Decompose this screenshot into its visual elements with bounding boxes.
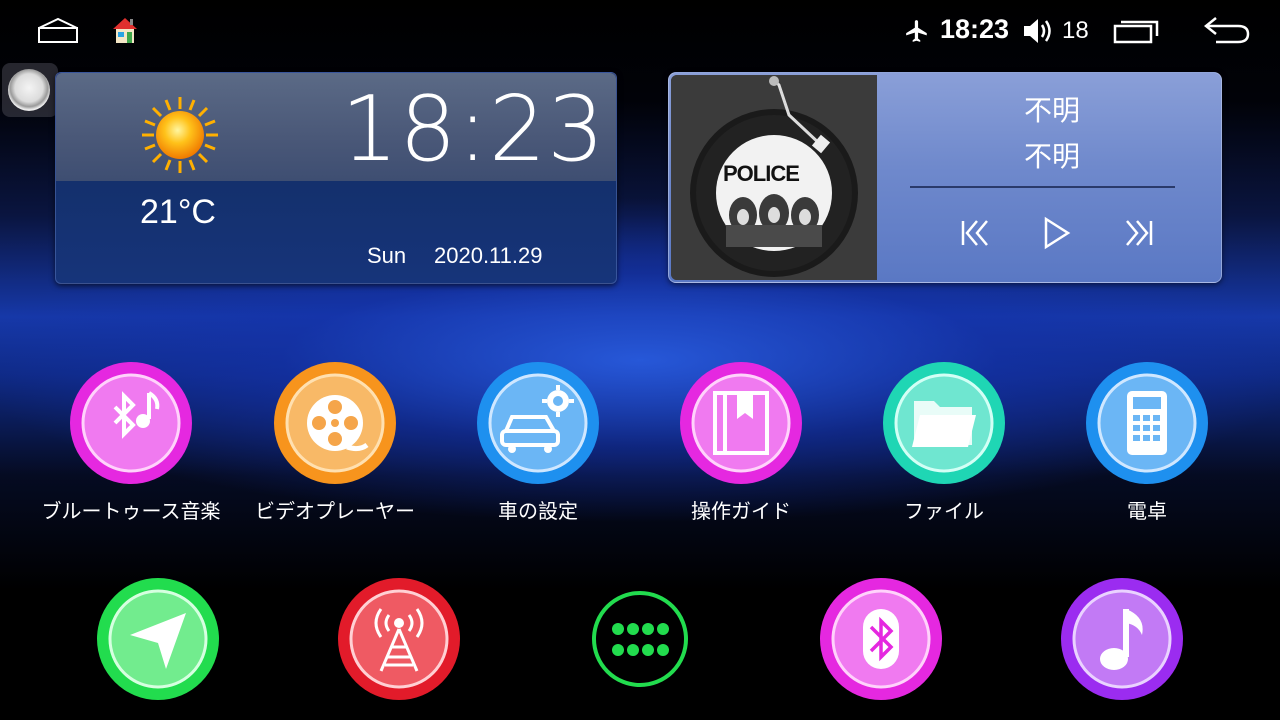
music-divider bbox=[910, 186, 1175, 188]
music-note-icon[interactable] bbox=[1060, 577, 1184, 701]
assist-knob-icon bbox=[8, 69, 50, 111]
navigation-icon[interactable] bbox=[96, 577, 220, 701]
bluetooth-music-icon bbox=[70, 362, 192, 484]
app-label: 電卓 bbox=[1127, 499, 1167, 523]
status-bar: 18:23 18 bbox=[0, 0, 1280, 62]
car-settings-icon bbox=[477, 362, 599, 484]
app-label: 操作ガイド bbox=[691, 499, 791, 523]
song-artist: 不明 bbox=[1023, 140, 1080, 173]
house-app-icon[interactable] bbox=[110, 15, 140, 45]
weekday: Sun bbox=[367, 243, 407, 268]
album-band-name: POLICE bbox=[723, 161, 800, 186]
radio-tower-icon[interactable] bbox=[337, 577, 461, 701]
app-drawer-icon[interactable] bbox=[578, 577, 702, 701]
calculator-icon bbox=[1086, 362, 1208, 484]
folder-icon bbox=[883, 362, 1005, 484]
floating-assist-button[interactable] bbox=[2, 63, 58, 117]
temperature: 21°C bbox=[140, 193, 216, 231]
status-time: 18:23 bbox=[940, 14, 1010, 44]
airplane-icon bbox=[906, 20, 927, 42]
sun-icon bbox=[142, 97, 218, 173]
music-widget[interactable]: POLICE 不明 不明 bbox=[668, 72, 1222, 283]
widget-clock-time: 18:23 bbox=[341, 77, 606, 182]
film-reel-icon bbox=[274, 362, 396, 484]
song-title: 不明 bbox=[1023, 94, 1080, 127]
guide-book-icon bbox=[680, 362, 802, 484]
back-arrow-icon[interactable] bbox=[1202, 14, 1252, 46]
volume-level: 18 bbox=[1062, 17, 1089, 44]
date: 2020.11.29 bbox=[434, 243, 543, 268]
play-icon[interactable] bbox=[1036, 213, 1076, 253]
album-art[interactable]: POLICE bbox=[671, 75, 877, 280]
bluetooth-icon[interactable] bbox=[819, 577, 943, 701]
app-label: ファイル bbox=[904, 499, 984, 523]
app-label: ビデオプレーヤー bbox=[255, 499, 415, 523]
app-label: 車の設定 bbox=[498, 499, 578, 523]
home-outline-icon[interactable] bbox=[36, 16, 80, 46]
previous-icon[interactable] bbox=[955, 213, 995, 253]
next-icon[interactable] bbox=[1119, 213, 1159, 253]
clock-weather-widget[interactable]: 18:23 21°C Sun 2020.11.29 bbox=[55, 72, 617, 284]
recent-apps-icon[interactable] bbox=[1112, 16, 1162, 46]
app-label: ブルートゥース音楽 bbox=[41, 499, 221, 523]
volume-icon[interactable] bbox=[1022, 16, 1056, 46]
